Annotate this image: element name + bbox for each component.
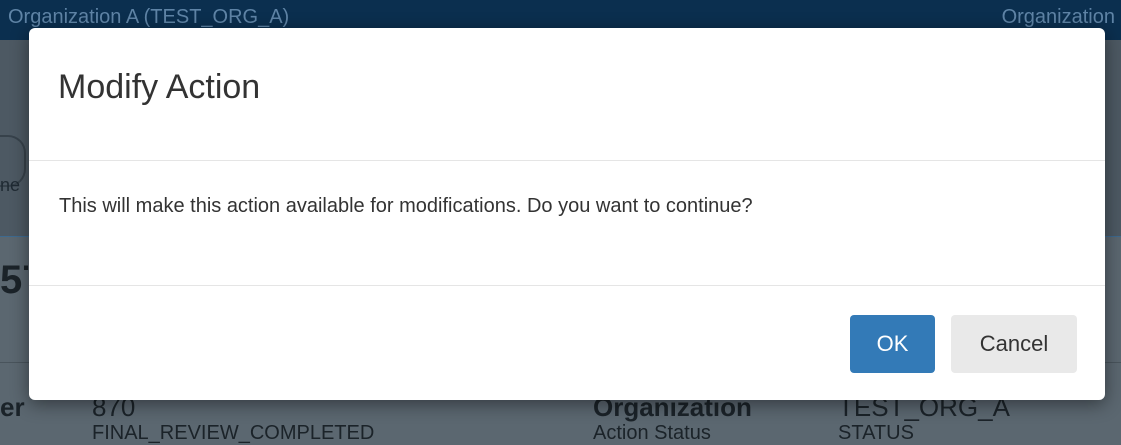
cancel-button[interactable]: Cancel [951, 315, 1077, 373]
nav-text-fragment: ne [0, 175, 21, 195]
record-number-heading: 57 [0, 258, 28, 302]
field-label: Action Status [593, 422, 711, 444]
dialog-header: Modify Action [29, 28, 1105, 161]
dialog-title: Modify Action [58, 68, 261, 106]
organization-title: Organization A (TEST_ORG_A) [8, 6, 290, 28]
organization-menu[interactable]: Organization [1002, 6, 1115, 29]
field-value: STATUS [838, 422, 914, 444]
dialog-body: This will make this action available for… [29, 161, 1105, 286]
dialog-footer: OK Cancel [29, 286, 1105, 400]
ok-button[interactable]: OK [850, 315, 935, 373]
field-label: er [0, 392, 25, 422]
dialog-message: This will make this action available for… [59, 195, 753, 217]
field-value: FINAL_REVIEW_COMPLETED [92, 422, 375, 444]
modify-action-dialog: Modify Action This will make this action… [29, 28, 1105, 400]
